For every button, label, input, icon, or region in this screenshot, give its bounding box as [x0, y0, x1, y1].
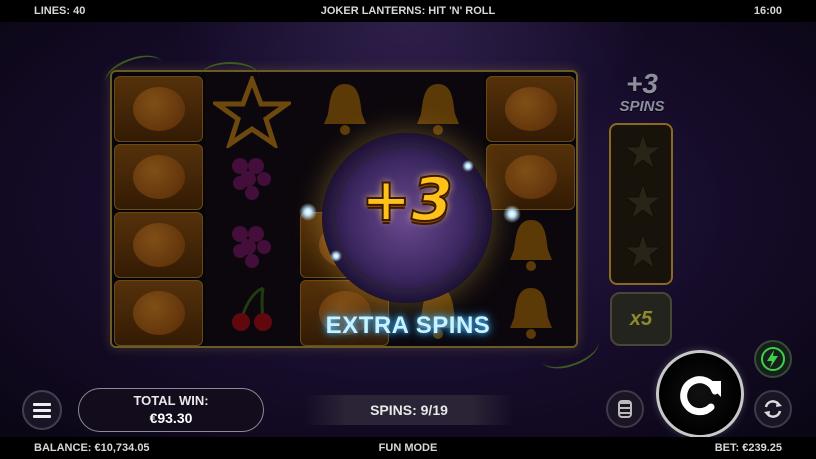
bottom-bar: BALANCE: €10,734.05 FUN MODE BET: €239.2… — [0, 437, 816, 459]
symbol-bell-icon — [324, 84, 366, 135]
sparkle-icon — [299, 203, 317, 221]
total-win-panel: TOTAL WIN: €93.30 — [78, 388, 264, 432]
extra-spins-banner: EXTRA SPINS — [325, 312, 491, 339]
plus-spins-number: +3 — [626, 68, 658, 99]
star-icon: ★ — [623, 128, 663, 177]
sparkle-icon — [503, 205, 521, 223]
symbol-bell-icon — [510, 220, 552, 271]
reel-5 — [484, 72, 576, 346]
spins-counter: SPINS: 9/19 — [304, 395, 514, 425]
badge-plus-three: +3 — [360, 164, 454, 236]
plus-spins-word: SPINS — [619, 98, 665, 115]
total-win-label: TOTAL WIN: — [133, 393, 209, 408]
symbol-bell-icon — [417, 84, 459, 135]
turbo-button[interactable] — [754, 340, 792, 378]
coin-stack-icon — [618, 400, 632, 418]
star-icon: ★ — [623, 178, 663, 227]
spin-button[interactable] — [656, 350, 744, 438]
symbol-pumpkin — [114, 76, 203, 142]
symbol-pumpkin — [114, 280, 203, 346]
star-icon: ★ — [623, 228, 663, 277]
star-meter: ★ ★ ★ — [609, 123, 673, 285]
symbol-grapes-icon — [232, 226, 271, 268]
multiplier-badge: x5 — [610, 292, 672, 346]
plus-spins-label: +3 SPINS — [610, 70, 674, 116]
reel-1 — [112, 72, 205, 346]
sparkle-icon — [330, 250, 342, 262]
symbol-star-icon — [213, 76, 291, 148]
top-bar: LINES: 40 JOKER LANTERNS: HIT 'N' ROLL 1… — [0, 0, 816, 22]
fun-mode-label: FUN MODE — [378, 442, 438, 454]
symbol-pumpkin — [486, 144, 575, 210]
stake-button[interactable] — [606, 390, 644, 428]
sparkle-icon — [462, 160, 474, 172]
symbol-cherries-icon — [232, 286, 272, 331]
symbol-pumpkin — [486, 76, 575, 142]
autoplay-button[interactable] — [754, 390, 792, 428]
lightning-icon — [761, 347, 785, 371]
menu-icon — [33, 402, 51, 406]
menu-button[interactable] — [22, 390, 62, 430]
autoplay-icon — [764, 400, 782, 418]
symbol-pumpkin — [114, 144, 203, 210]
symbol-grapes-icon — [232, 158, 271, 200]
bet-amount[interactable]: BET: €239.25 — [715, 442, 782, 454]
clock: 16:00 — [753, 5, 782, 17]
spin-arrow-icon — [680, 376, 721, 416]
total-win-value: €93.30 — [149, 410, 193, 426]
reel-2 — [205, 72, 298, 346]
symbol-pumpkin — [114, 212, 203, 278]
game-title: JOKER LANTERNS: HIT 'N' ROLL — [320, 5, 496, 17]
